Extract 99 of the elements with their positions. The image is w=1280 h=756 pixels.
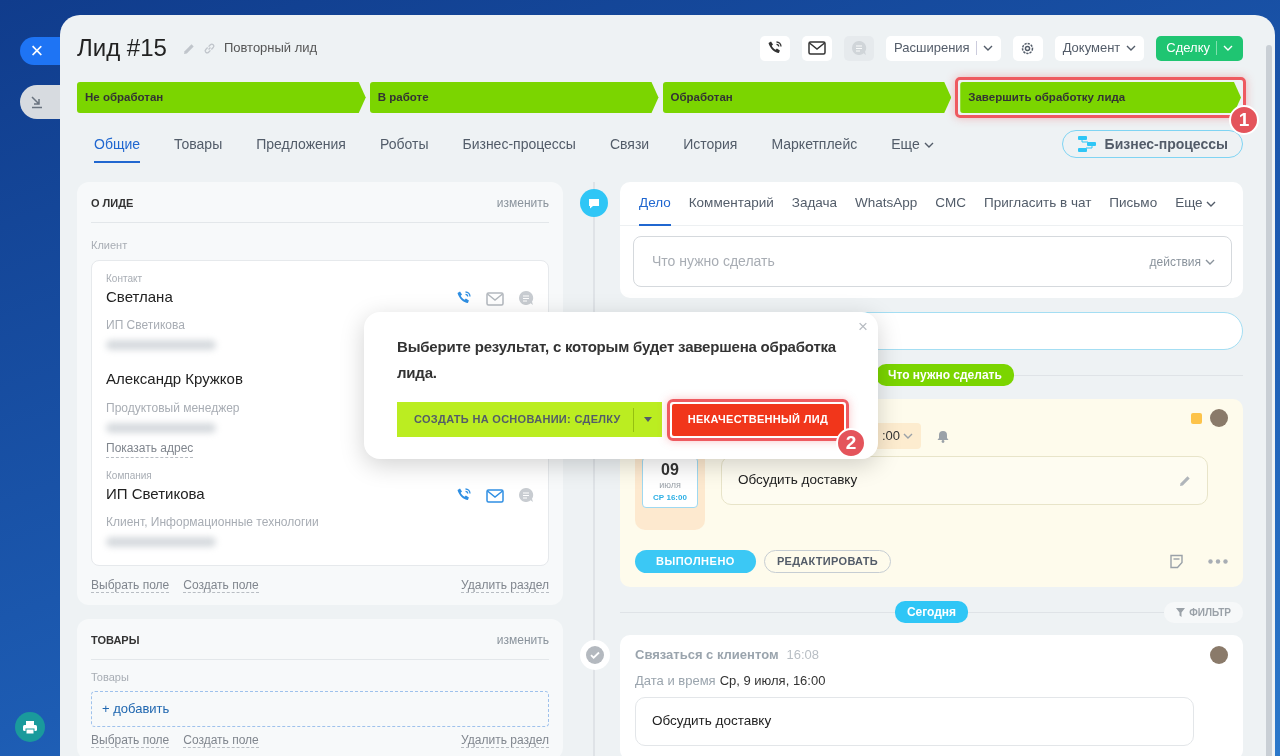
add-product-field[interactable]: + добавить <box>91 690 549 727</box>
field-label: Товары <box>91 670 130 686</box>
edit-link[interactable]: изменить <box>496 631 549 650</box>
calendar-time: СР 16:00 <box>652 492 688 505</box>
call-button[interactable] <box>760 35 790 61</box>
chevron-down-icon <box>1205 258 1215 265</box>
filter-icon <box>1176 607 1186 617</box>
avatar <box>1210 409 1228 427</box>
tab[interactable]: Бизнес-процессы <box>462 125 576 163</box>
printer-icon <box>22 719 38 735</box>
chevron-down-icon <box>1126 45 1137 51</box>
chevron-down-icon <box>903 433 913 439</box>
tab[interactable]: Еще <box>891 125 934 163</box>
comment-marker-icon <box>580 189 608 217</box>
note-icon[interactable] <box>1169 554 1184 569</box>
footer-link[interactable]: Создать поле <box>183 578 259 594</box>
settings-button[interactable] <box>1012 35 1043 61</box>
section-title: О ЛИДЕ <box>91 195 134 211</box>
composer-tab[interactable]: Пригласить в чат <box>983 181 1092 226</box>
footer-link[interactable]: Создать поле <box>183 732 259 749</box>
close-button[interactable]: × <box>20 37 60 65</box>
tab[interactable]: Общие <box>94 125 141 163</box>
link-icon[interactable] <box>202 41 216 55</box>
arrow-down-right-icon <box>30 95 44 109</box>
check-circle-icon <box>586 646 604 664</box>
stage-step[interactable]: Обработан <box>662 82 952 113</box>
footer-link[interactable]: Удалить раздел <box>461 578 549 594</box>
calendar-day: 09 <box>643 461 697 479</box>
history-time: 16:08 <box>786 646 820 664</box>
create-deal-button[interactable]: СОЗДАТЬ НА ОСНОВАНИИ: СДЕЛКУ <box>397 402 662 437</box>
field-caption: Контакт <box>106 271 142 286</box>
todo-field[interactable]: Что нужно сделать действия <box>633 236 1232 287</box>
print-button[interactable] <box>15 712 45 742</box>
section-pill: Что нужно сделать <box>876 364 1014 386</box>
date-value: Ср, 9 июля, 16:00 <box>719 671 826 690</box>
flow-icon <box>1076 135 1097 153</box>
tab[interactable]: Маркетплейс <box>771 125 858 163</box>
field-label: Клиент <box>91 238 129 253</box>
email-button[interactable] <box>802 35 832 61</box>
composer-tab[interactable]: Комментарий <box>688 181 774 226</box>
tab[interactable]: Связи <box>609 125 650 163</box>
history-title: Связаться с клиентом <box>635 646 779 664</box>
chevron-down-icon <box>923 141 934 148</box>
composer-tab[interactable]: Дело <box>639 181 671 226</box>
chat-icon[interactable] <box>518 290 534 307</box>
composer-tab[interactable]: СМС <box>935 181 966 226</box>
contact-detail: ИП Светикова <box>106 317 185 334</box>
chevron-down-icon <box>982 45 993 51</box>
contact-detail: Продуктовый менеджер <box>106 399 240 417</box>
calendar-month: июля <box>658 478 682 492</box>
settings-icon <box>1020 40 1036 56</box>
bell-icon[interactable] <box>937 429 949 443</box>
chat-icon[interactable] <box>518 487 534 504</box>
lead-type-label: Повторный лид <box>223 39 318 58</box>
actions-dropdown[interactable]: действия <box>1149 252 1215 271</box>
pencil-icon[interactable] <box>182 42 195 55</box>
composer-tab[interactable]: WhatsApp <box>855 181 918 226</box>
avatar <box>1210 645 1228 664</box>
stage-step[interactable]: Не обработан <box>77 82 366 113</box>
chevron-down-icon <box>1206 200 1217 207</box>
caret-icon <box>643 417 652 422</box>
edit-link[interactable]: изменить <box>496 194 549 212</box>
stage-step[interactable]: В работе <box>369 82 659 113</box>
contact-detail: Клиент, Информационные технологии <box>106 514 319 531</box>
pencil-icon[interactable] <box>1179 474 1191 487</box>
status-square-icon <box>1191 412 1202 424</box>
tab[interactable]: Роботы <box>379 125 429 163</box>
composer-tab[interactable]: Письмо <box>1109 181 1158 226</box>
contact-name[interactable]: Светлана <box>106 285 173 308</box>
field-caption: Компания <box>106 468 152 483</box>
description-text: Обсудить доставку <box>738 471 858 490</box>
show-address-link[interactable]: Показать адрес <box>106 438 194 458</box>
field-label: Дата и время <box>635 671 716 690</box>
tab[interactable]: Товары <box>174 125 223 163</box>
footer-link[interactable]: Выбрать поле <box>91 578 170 594</box>
composer-tab[interactable]: Задача <box>791 181 838 226</box>
chevron-down-icon <box>1223 45 1233 51</box>
popup-message: Выберите результат, с которым будет завершена обработка лида. <box>397 337 837 384</box>
page-title: Лид #15 <box>77 33 167 63</box>
scrollbar[interactable] <box>1266 45 1272 756</box>
junk-lead-button[interactable]: НЕКАЧЕСТВЕННЫЙ ЛИД <box>671 403 845 436</box>
footer-link[interactable]: Удалить раздел <box>461 732 549 749</box>
contact-name[interactable]: ИП Светикова <box>106 482 205 505</box>
contact-name[interactable]: Александр Кружков <box>106 368 243 391</box>
document-button[interactable]: Документ <box>1054 35 1145 61</box>
collapse-button[interactable] <box>20 85 60 119</box>
phone-icon[interactable] <box>767 40 783 56</box>
tab[interactable]: Предложения <box>256 125 346 163</box>
step-badge: 1 <box>1229 105 1259 135</box>
mail-icon[interactable] <box>808 41 826 55</box>
description-text: Обсудить доставку <box>652 712 772 731</box>
extensions-button[interactable]: Расширения <box>886 35 1001 61</box>
stage-step[interactable]: Завершить обработку лида <box>960 82 1241 113</box>
date-pill: Сегодня <box>894 601 969 623</box>
footer-link[interactable]: Выбрать поле <box>91 732 170 749</box>
tab[interactable]: История <box>683 125 738 163</box>
more-icon[interactable] <box>1208 559 1228 564</box>
section-title: ТОВАРЫ <box>91 633 140 649</box>
composer-tab[interactable]: Еще <box>1175 181 1217 226</box>
